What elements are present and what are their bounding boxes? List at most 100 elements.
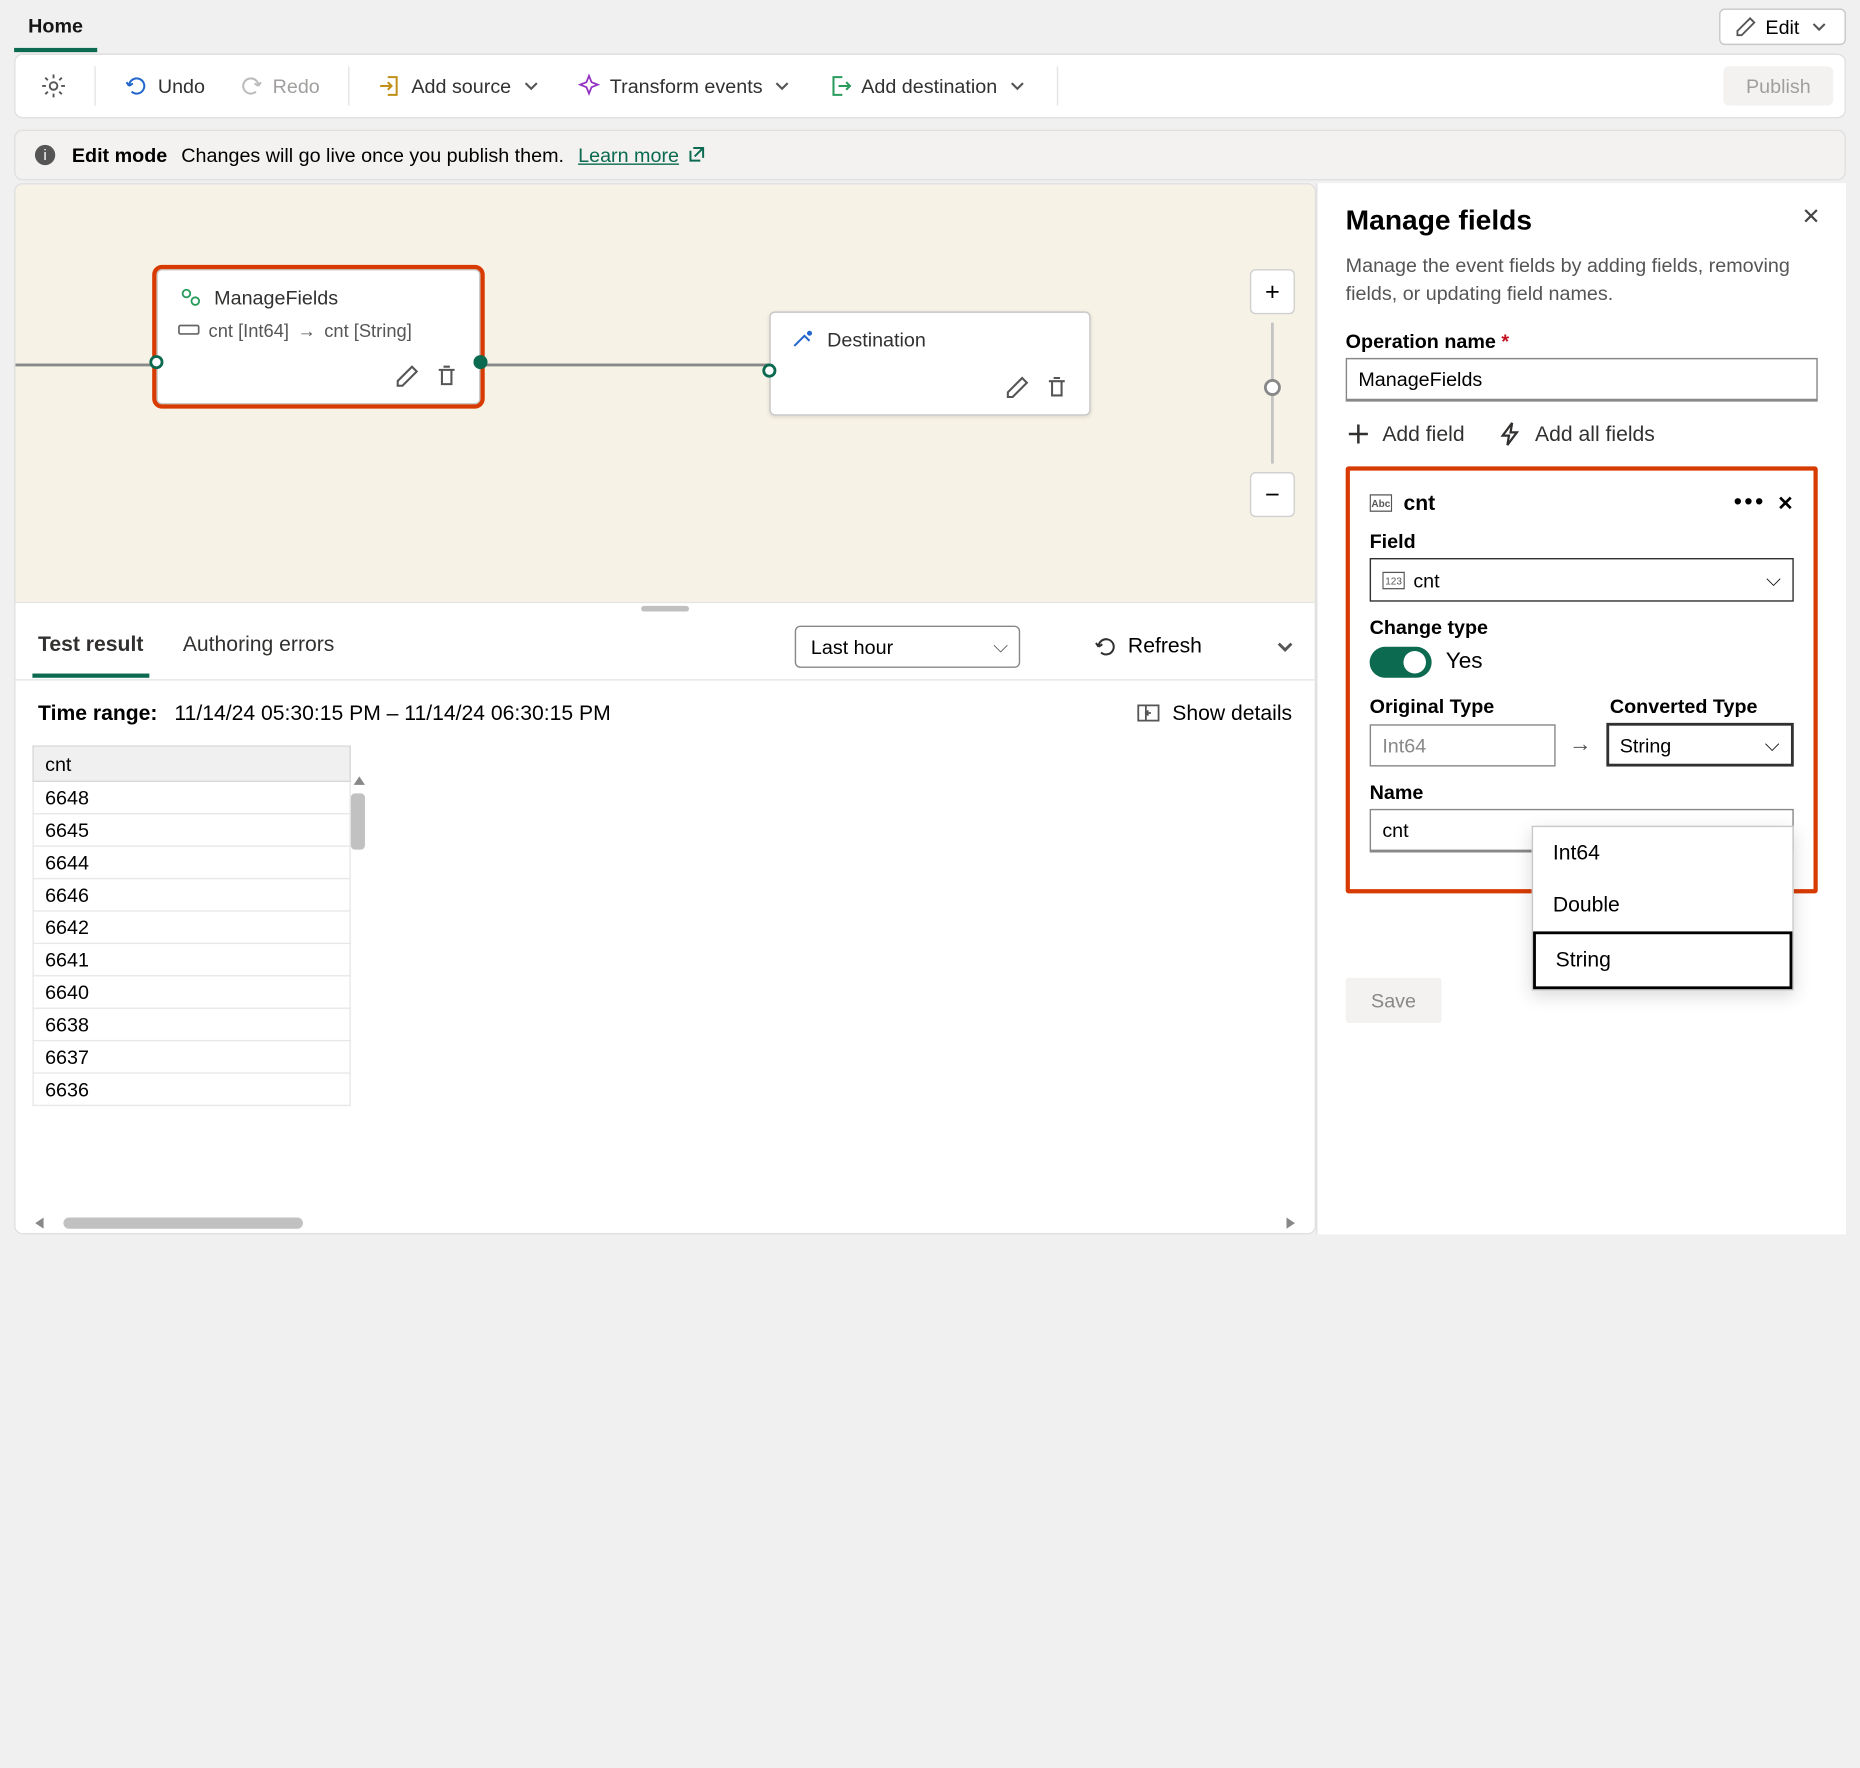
pencil-icon[interactable] [1005,375,1030,400]
converted-type-select[interactable]: String ⌵ [1606,723,1794,767]
field-card: Abc cnt ••• ✕ Field 123 cnt ⌵ Change typ… [1346,467,1818,894]
type-option-string[interactable]: String [1533,932,1792,990]
operation-name-label: Operation name * [1346,330,1818,353]
sparkle-icon [576,73,601,98]
info-bar: i Edit mode Changes will go live once yo… [14,130,1846,181]
table-row[interactable]: 6638 [33,1008,350,1040]
add-destination-label: Add destination [861,75,997,98]
original-type-label: Original Type [1370,695,1554,718]
time-filter-select[interactable]: Last hour [795,625,1020,667]
field-select-label: Field [1370,530,1794,553]
panel-icon [1136,700,1161,725]
field-select-value: cnt [1413,569,1439,592]
zoom-control: + − [1250,269,1295,517]
edit-button[interactable]: Edit [1719,8,1846,45]
show-details-label: Show details [1172,701,1292,725]
trash-icon[interactable] [1044,375,1069,400]
zoom-in-button[interactable]: + [1250,269,1295,314]
node-destination[interactable]: Destination [769,311,1090,415]
scroll-up-icon[interactable] [354,774,365,788]
close-icon[interactable]: ✕ [1802,203,1821,231]
node-destination-title: Destination [827,328,926,351]
table-row[interactable]: 6637 [33,1041,350,1073]
refresh-button[interactable]: Refresh [1094,633,1202,658]
add-all-fields-button[interactable]: Add all fields [1498,422,1654,447]
results-table: cnt 664866456644664666426641664066386637… [32,745,350,1106]
learn-more-link[interactable]: Learn more [578,144,707,167]
horizontal-scrollbar[interactable] [16,1213,1315,1233]
panel-title: Manage fields [1346,206,1818,238]
type-option-int64[interactable]: Int64 [1533,827,1792,879]
more-icon[interactable]: ••• [1734,491,1766,516]
gear-icon [41,73,66,98]
arrow-icon: → [297,319,315,340]
login-icon [378,73,403,98]
add-source-button[interactable]: Add source [363,65,556,107]
remove-field-icon[interactable]: ✕ [1777,491,1794,515]
redo-button[interactable]: Redo [225,65,334,107]
table-row[interactable]: 6648 [33,781,350,813]
table-row[interactable]: 6642 [33,911,350,943]
table-row[interactable]: 6636 [33,1073,350,1105]
zoom-slider[interactable] [1271,323,1274,464]
node-manage-title: ManageFields [214,286,338,309]
table-cell: 6641 [33,943,350,975]
bolt-icon [1498,422,1523,447]
redo-icon [239,73,264,98]
name-input-label: Name [1370,781,1794,804]
transform-events-button[interactable]: Transform events [562,65,808,107]
table-cell: 6637 [33,1041,350,1073]
field-select[interactable]: 123 cnt ⌵ [1370,558,1794,602]
redo-label: Redo [273,75,320,98]
node-manage-fields[interactable]: ManageFields cnt [Int64] → cnt [String] [156,269,480,404]
table-row[interactable]: 6644 [33,846,350,878]
type-option-double[interactable]: Double [1533,880,1792,932]
logout-icon [827,73,852,98]
zoom-out-button[interactable]: − [1250,472,1295,517]
table-cell: 6636 [33,1073,350,1105]
table-cell: 6646 [33,879,350,911]
info-text: Changes will go live once you publish th… [181,144,564,167]
settings-button[interactable] [27,65,81,107]
refresh-icon [1094,633,1119,658]
canvas[interactable]: ManageFields cnt [Int64] → cnt [String] [16,185,1315,602]
pencil-icon[interactable] [395,364,420,389]
scroll-left-icon [32,1217,43,1228]
type-dropdown: Int64 Double String [1532,826,1794,991]
vertical-scrollbar[interactable] [351,793,365,849]
add-field-button[interactable]: Add field [1346,422,1465,447]
table-row[interactable]: 6646 [33,879,350,911]
chevron-down-icon[interactable] [1272,633,1297,658]
tab-test-result[interactable]: Test result [32,615,149,677]
add-field-label: Add field [1382,422,1464,446]
manage-fields-panel: ✕ Manage fields Manage the event fields … [1316,183,1846,1234]
publish-button[interactable]: Publish [1723,66,1833,105]
info-title: Edit mode [72,144,167,167]
table-cell: 6638 [33,1008,350,1040]
split-handle[interactable] [16,602,1315,613]
info-icon: i [32,142,57,167]
gears-icon [178,285,203,310]
save-button[interactable]: Save [1346,978,1442,1023]
time-range-value: 11/14/24 05:30:15 PM – 11/14/24 06:30:15… [174,701,610,725]
table-row[interactable]: 6640 [33,976,350,1008]
field-icon [178,318,201,341]
tab-home[interactable]: Home [14,2,97,51]
undo-button[interactable]: Undo [110,65,219,107]
transform-events-label: Transform events [610,75,763,98]
abc-icon: Abc [1370,492,1393,515]
undo-label: Undo [158,75,205,98]
change-type-toggle[interactable] [1370,647,1432,678]
undo-icon [124,73,149,98]
trash-icon[interactable] [434,364,459,389]
operation-name-input[interactable] [1346,358,1818,402]
column-header-cnt[interactable]: cnt [33,746,350,781]
tab-authoring-errors[interactable]: Authoring errors [177,615,340,677]
results-panel: Test result Authoring errors Last hour R… [16,613,1315,1233]
edit-button-label: Edit [1765,16,1799,39]
add-destination-button[interactable]: Add destination [813,65,1042,107]
table-row[interactable]: 6641 [33,943,350,975]
table-row[interactable]: 6645 [33,814,350,846]
time-range-label: Time range: [38,701,157,725]
show-details-button[interactable]: Show details [1136,700,1292,725]
